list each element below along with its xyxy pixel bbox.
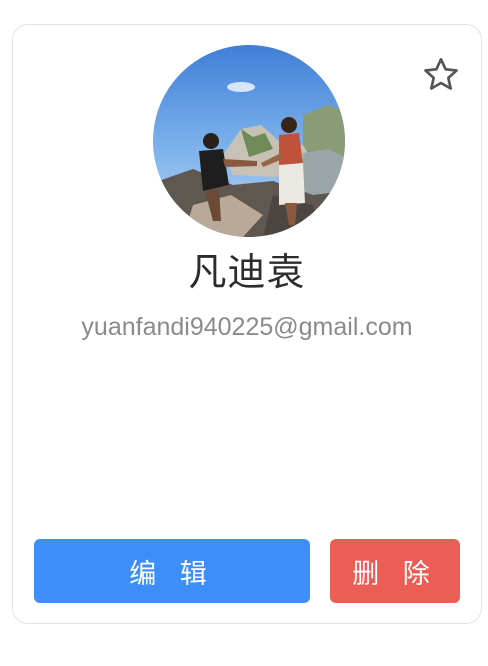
- star-icon: [424, 58, 458, 90]
- contact-card: 凡迪袁 yuanfandi940225@gmail.com 编 辑 删 除: [12, 24, 482, 624]
- favorite-star-button[interactable]: [419, 53, 463, 97]
- edit-button[interactable]: 编 辑: [34, 539, 310, 603]
- delete-button[interactable]: 删 除: [330, 539, 460, 603]
- contact-email: yuanfandi940225@gmail.com: [81, 313, 413, 341]
- avatar-photo: [153, 45, 345, 237]
- avatar: [153, 45, 345, 237]
- contact-name: 凡迪袁: [188, 250, 306, 294]
